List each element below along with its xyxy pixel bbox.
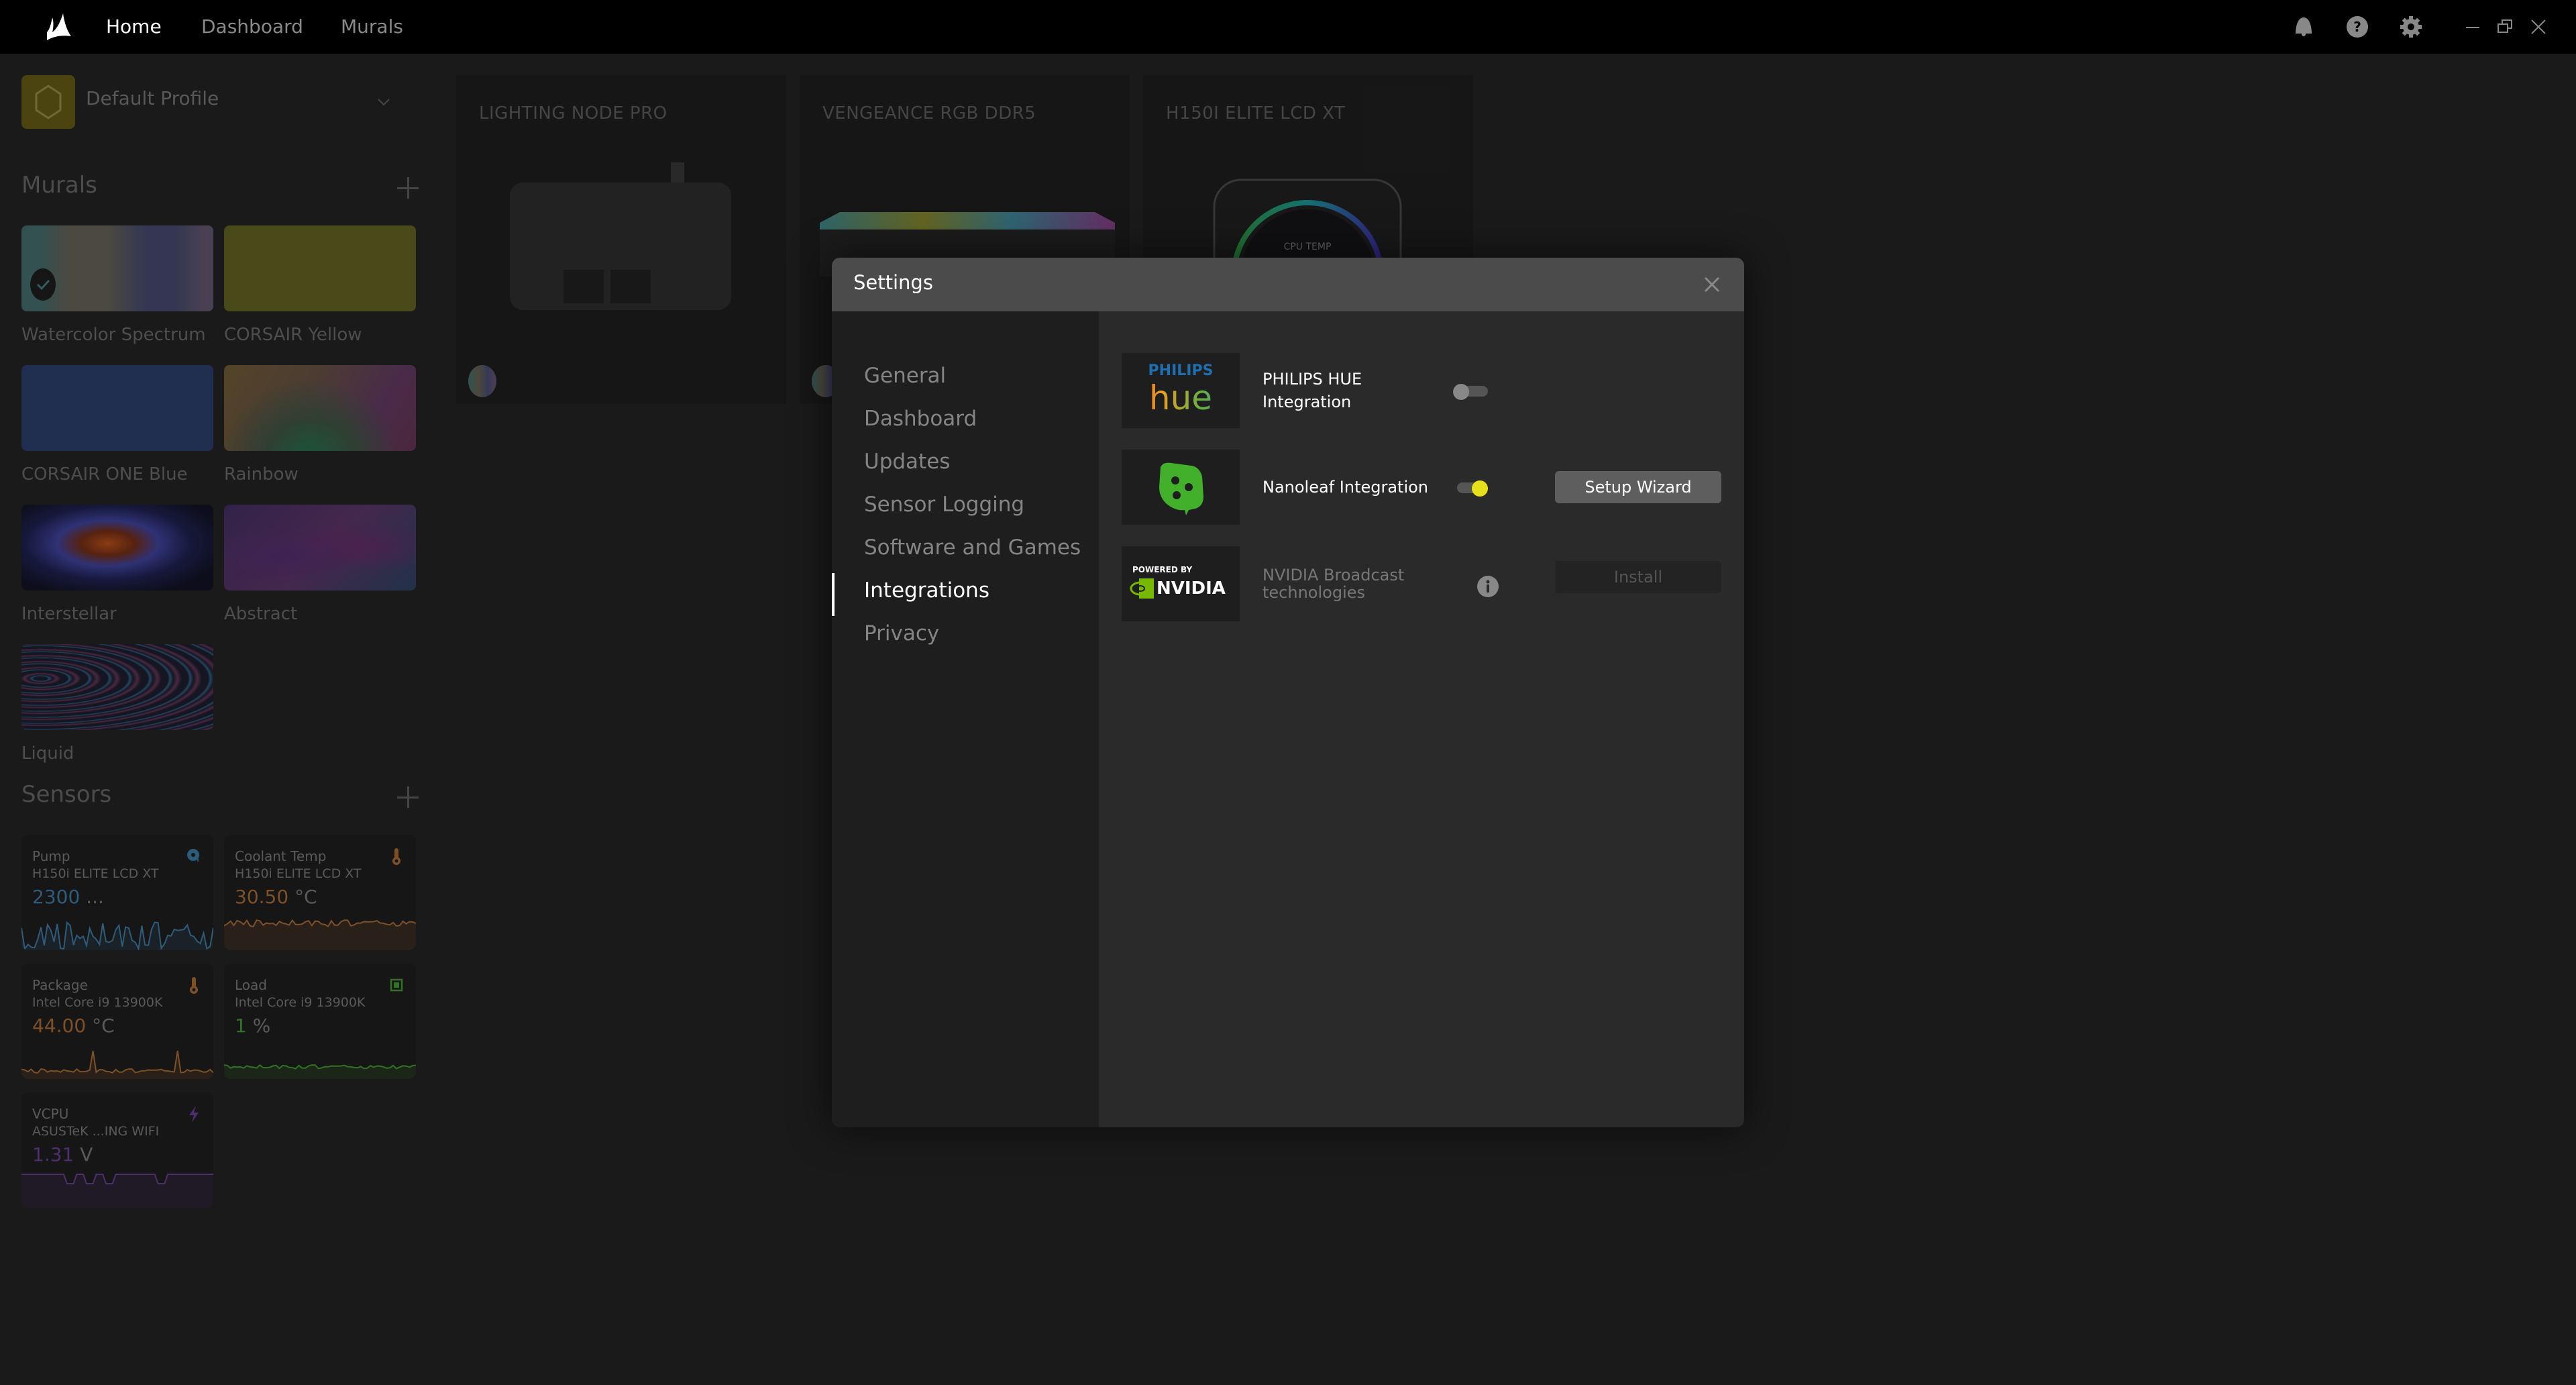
restore-icon[interactable] <box>2491 13 2518 40</box>
minimize-icon[interactable] <box>2459 13 2486 40</box>
bell-icon[interactable] <box>2290 13 2317 40</box>
integration-label: Nanoleaf Integration <box>1263 478 1429 497</box>
nanoleaf-toggle[interactable] <box>1453 480 1488 497</box>
corsair-logo-icon[interactable] <box>44 12 74 42</box>
dialog-header: Settings <box>832 258 1744 311</box>
nvidia-logo: POWERED BY NVIDIA <box>1122 546 1240 621</box>
settings-nav-privacy[interactable]: Privacy <box>864 621 939 646</box>
integrations-panel: PHILIPS hue PHILIPS HUE Integration Nano… <box>1099 311 1744 1127</box>
integration-label-line2: technologies <box>1263 583 1365 602</box>
settings-nav-sensor-logging[interactable]: Sensor Logging <box>864 493 1024 517</box>
top-bar: Home Dashboard Murals ? <box>0 0 2576 54</box>
nvidia-eye-icon <box>1130 578 1154 599</box>
active-nav-indicator <box>832 573 835 616</box>
settings-nav-integrations[interactable]: Integrations <box>864 578 989 603</box>
philips-wordmark: PHILIPS <box>1148 362 1214 379</box>
help-icon[interactable]: ? <box>2344 13 2371 40</box>
nanoleaf-leaf-icon <box>1159 462 1203 515</box>
settings-dialog: Settings General Dashboard Updates Senso… <box>832 258 1744 1127</box>
integration-nanoleaf: Nanoleaf Integration Setup Wizard <box>1122 450 1725 525</box>
settings-nav-updates[interactable]: Updates <box>864 450 950 474</box>
close-window-icon[interactable] <box>2525 13 2552 40</box>
tab-murals[interactable]: Murals <box>341 13 403 40</box>
philips-hue-logo: PHILIPS hue <box>1122 353 1240 428</box>
integration-label-line2: Integration <box>1263 393 1352 411</box>
integration-nvidia-broadcast: POWERED BY NVIDIA NVIDIA Broadcast techn… <box>1122 546 1725 621</box>
integration-label-line1: NVIDIA Broadcast <box>1263 566 1405 584</box>
nvidia-wordmark: NVIDIA <box>1157 578 1226 599</box>
philips-hue-toggle[interactable] <box>1453 384 1488 400</box>
toggle-knob <box>1453 384 1469 400</box>
info-icon[interactable] <box>1477 576 1499 597</box>
close-icon[interactable] <box>1700 272 1724 297</box>
tab-dashboard[interactable]: Dashboard <box>201 13 303 40</box>
toggle-knob <box>1472 480 1488 497</box>
settings-nav-dashboard[interactable]: Dashboard <box>864 407 977 431</box>
settings-nav-general[interactable]: General <box>864 364 946 388</box>
integration-philips-hue: PHILIPS hue PHILIPS HUE Integration <box>1122 353 1725 428</box>
dialog-title: Settings <box>853 271 933 294</box>
nanoleaf-logo <box>1122 450 1240 525</box>
integration-label: NVIDIA Broadcast technologies <box>1263 566 1404 601</box>
powered-by-text: POWERED BY <box>1132 565 1193 574</box>
integration-label-line1: PHILIPS HUE <box>1263 370 1362 389</box>
settings-nav-software-and-games[interactable]: Software and Games <box>864 535 1081 560</box>
gear-icon[interactable] <box>2398 13 2424 40</box>
hue-wordmark: hue <box>1122 378 1240 417</box>
settings-nav: General Dashboard Updates Sensor Logging… <box>832 311 1099 1127</box>
svg-text:?: ? <box>2353 19 2361 35</box>
tab-home[interactable]: Home <box>106 13 162 40</box>
setup-wizard-button[interactable]: Setup Wizard <box>1555 471 1721 503</box>
integration-label: PHILIPS HUE Integration <box>1263 368 1362 413</box>
install-button[interactable]: Install <box>1555 561 1721 593</box>
